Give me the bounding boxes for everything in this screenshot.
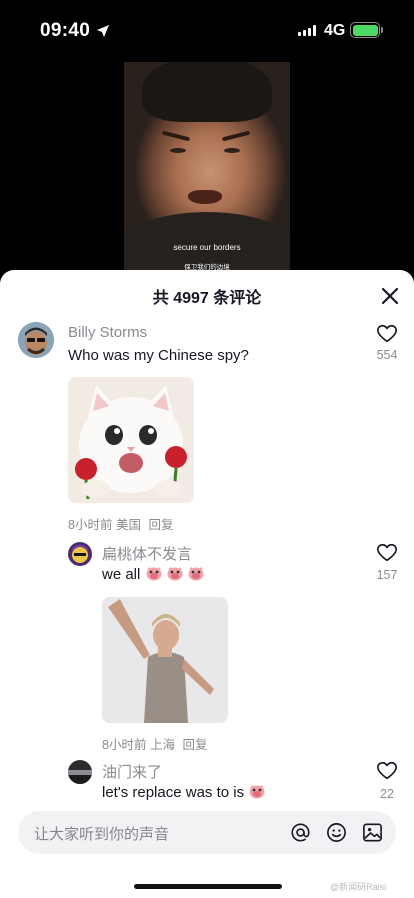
heart-outline-icon[interactable] (376, 760, 398, 782)
battery-nub (381, 27, 383, 33)
comment-text: we all (102, 566, 141, 583)
comment-text: let's replace was to is (102, 784, 245, 801)
comment-location: 上海 (149, 738, 175, 752)
status-time: 09:40 (40, 20, 91, 41)
comment-meta: 8小时前 上海 回复 (102, 734, 207, 753)
comment-username[interactable]: 油门来了 (102, 761, 162, 782)
comment-meta: 8小时前 美国 回复 (68, 514, 173, 533)
heart-outline-icon[interactable] (376, 323, 398, 345)
woman-pose-image[interactable] (102, 597, 228, 723)
comment-input-placeholder[interactable]: 让大家听到你的声音 (34, 823, 169, 844)
at-mention-icon[interactable] (289, 821, 312, 844)
avatar[interactable] (68, 542, 92, 566)
like-count: 22 (380, 787, 394, 801)
comment-username[interactable]: 扁桃体不发言 (102, 543, 192, 564)
avatar[interactable] (18, 322, 54, 358)
location-arrow-icon (97, 25, 109, 37)
comment-location: 美国 (115, 518, 141, 532)
pig-emoji-icon (188, 567, 204, 581)
video-player[interactable]: secure our borders 保卫我们的边境 (124, 62, 290, 272)
pig-emoji-icon (249, 785, 265, 799)
cat-with-roses-image[interactable] (68, 377, 194, 503)
like-count: 157 (376, 568, 398, 582)
comment-count-title: 共 4997 条评论 (152, 290, 262, 307)
comment-time: 8小时前 (68, 518, 113, 532)
video-hair (142, 62, 272, 122)
signal-icon (298, 25, 316, 36)
reply-button[interactable]: 回复 (148, 518, 173, 532)
comment-text-row: let's replace was to is (102, 784, 265, 801)
video-subtitle-en: secure our borders (173, 243, 241, 252)
reply-button[interactable]: 回复 (182, 738, 207, 752)
network-label: 4G (324, 22, 346, 39)
comment-time: 8小时前 (102, 738, 147, 752)
pig-emoji-icon (146, 567, 162, 581)
image-icon[interactable] (361, 821, 384, 844)
heart-outline-icon[interactable] (376, 542, 398, 564)
avatar[interactable] (68, 760, 92, 784)
comment-text: Who was my Chinese spy? (68, 347, 249, 364)
battery-icon (350, 22, 380, 38)
comment-text-row: we all (102, 566, 204, 583)
comment-sheet: 共 4997 条评论 Billy Storms Who was my Chine… (0, 270, 414, 898)
close-icon[interactable] (378, 284, 402, 308)
watermark: @新闻研Raisi (330, 882, 387, 892)
comment-username[interactable]: Billy Storms (68, 324, 147, 341)
pig-emoji-icon (167, 567, 183, 581)
like-count: 554 (376, 348, 398, 362)
status-bar: 09:40 4G (0, 0, 414, 62)
home-indicator (134, 884, 282, 889)
emoji-icon[interactable] (325, 821, 348, 844)
comment-input-bar[interactable]: 让大家听到你的声音 (18, 811, 396, 854)
